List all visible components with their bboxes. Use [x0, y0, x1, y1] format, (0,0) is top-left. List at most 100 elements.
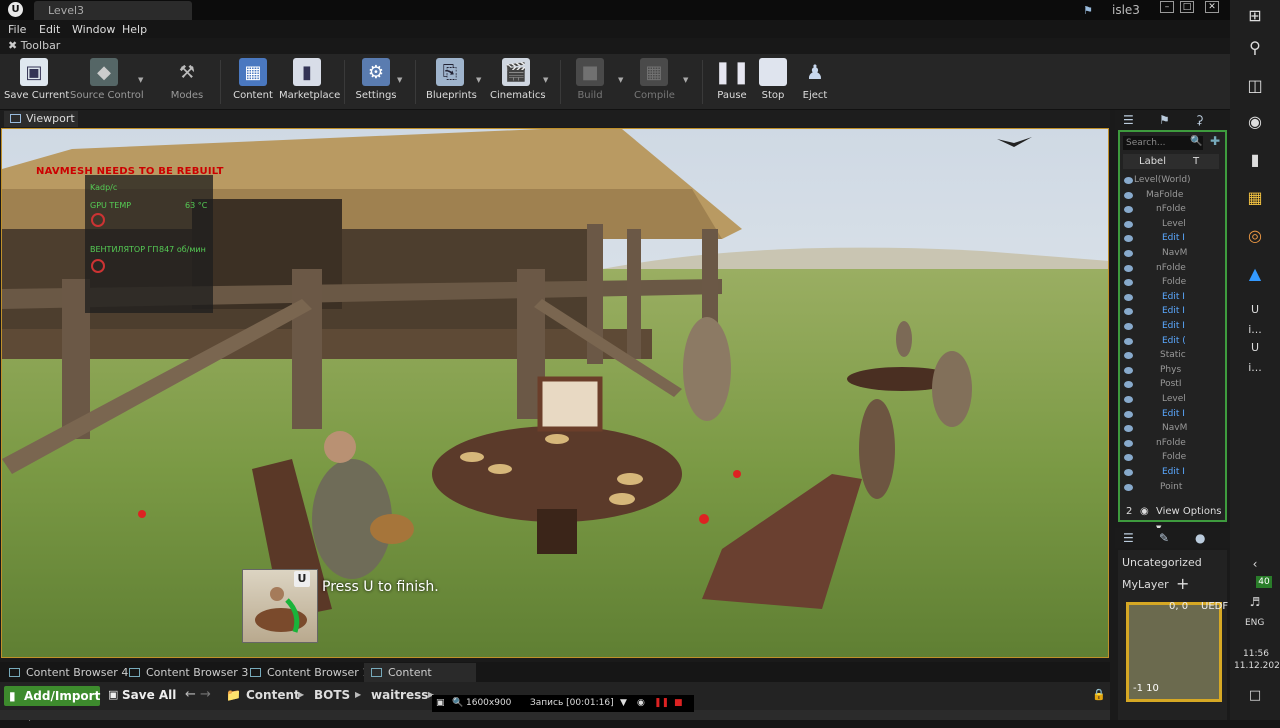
- breadcrumb-waitress[interactable]: waitress: [371, 688, 428, 702]
- outliner-row[interactable]: Point: [1120, 481, 1225, 495]
- recorder-window-icon[interactable]: ▣: [436, 695, 445, 712]
- chrome-icon[interactable]: ◎: [1245, 226, 1265, 246]
- folder-app-icon[interactable]: ▦: [1245, 188, 1265, 208]
- cinematics-caret-icon[interactable]: ▼: [543, 76, 548, 84]
- speaker-icon[interactable]: ♬: [1245, 592, 1265, 612]
- outliner-row[interactable]: Edit I: [1120, 291, 1225, 305]
- tab-content-browser-1[interactable]: Content Browser 1: [243, 663, 369, 682]
- document-app-icon[interactable]: ▮: [1245, 150, 1265, 170]
- blueprints-caret-icon[interactable]: ▼: [476, 76, 481, 84]
- chevron-left-icon[interactable]: ‹: [1245, 554, 1265, 574]
- visibility-eye-icon[interactable]: [1124, 191, 1133, 199]
- lock-icon[interactable]: 🔒: [1092, 688, 1106, 701]
- build-caret-icon[interactable]: ▼: [618, 76, 623, 84]
- breadcrumb-bots[interactable]: BOTS: [314, 688, 350, 702]
- settings-button[interactable]: ⚙ Settings: [355, 58, 397, 108]
- outliner-row[interactable]: NavM: [1120, 247, 1225, 261]
- breadcrumb-content[interactable]: Content: [246, 688, 300, 702]
- add-filter-icon[interactable]: ✚: [1210, 134, 1220, 148]
- list-icon[interactable]: ☰: [1123, 113, 1134, 127]
- windows-start-icon[interactable]: ⊞: [1245, 6, 1265, 26]
- layers-icon[interactable]: ☰: [1123, 531, 1134, 545]
- minimap[interactable]: 0, 0 UEDF -1 10: [1126, 601, 1228, 702]
- outliner-row[interactable]: Level: [1120, 218, 1225, 232]
- tab-content-browser-2[interactable]: Content Browser 2: [364, 663, 476, 698]
- sphere-icon[interactable]: ●: [1195, 531, 1205, 545]
- stop-button[interactable]: Stop: [758, 58, 788, 108]
- visibility-eye-icon[interactable]: [1124, 323, 1133, 330]
- visibility-eye-icon[interactable]: [1124, 206, 1133, 214]
- visibility-eye-icon[interactable]: [1124, 381, 1133, 389]
- brush-icon[interactable]: ✎: [1159, 531, 1169, 545]
- outliner-row[interactable]: PostI: [1120, 378, 1225, 392]
- outliner-row[interactable]: Folde: [1120, 451, 1225, 465]
- content-button[interactable]: ▦ Content: [233, 58, 273, 108]
- outliner-row[interactable]: Static: [1120, 349, 1225, 363]
- menu-file[interactable]: File: [8, 23, 26, 36]
- outliner-row[interactable]: Level(World): [1120, 174, 1225, 188]
- eject-button[interactable]: ♟ Eject: [800, 58, 830, 108]
- visibility-eye-icon[interactable]: [1124, 454, 1133, 462]
- outliner-row[interactable]: Folde: [1120, 276, 1225, 290]
- toolbar-tab[interactable]: ✖ Toolbar: [0, 38, 1230, 54]
- modes-button[interactable]: ⚒ Modes: [165, 58, 209, 108]
- tray-badge[interactable]: 40: [1256, 576, 1272, 588]
- tab-content-browser-3[interactable]: Content Browser 3: [122, 663, 248, 682]
- tray-language[interactable]: ENG: [1245, 618, 1264, 628]
- visibility-eye-icon[interactable]: [1124, 396, 1133, 403]
- outliner-row[interactable]: nFolde: [1120, 437, 1225, 451]
- outliner-row[interactable]: Edit (: [1120, 335, 1225, 349]
- visibility-eye-icon[interactable]: [1124, 250, 1133, 257]
- outliner-row[interactable]: Edit I: [1120, 305, 1225, 319]
- build-button[interactable]: ■ Build: [574, 58, 606, 108]
- visibility-eye-icon[interactable]: [1124, 352, 1133, 360]
- outliner-row[interactable]: Phys: [1120, 364, 1225, 378]
- add-import-button[interactable]: ▮ Add/Import ▼: [4, 686, 100, 722]
- forward-arrow-icon[interactable]: →: [200, 687, 211, 702]
- marketplace-button[interactable]: ▮ Marketplace: [279, 58, 340, 108]
- save-all-button[interactable]: ▣ Save All: [108, 688, 176, 702]
- visibility-eye-icon[interactable]: [1124, 469, 1133, 476]
- recorder-camera-icon[interactable]: ◉: [637, 695, 645, 712]
- tab-content-browser-4[interactable]: Content Browser 4: [2, 663, 128, 682]
- viewport-tab[interactable]: Viewport 1: [4, 111, 78, 140]
- visibility-eye-icon[interactable]: [1124, 235, 1133, 243]
- monitor-app-icon[interactable]: ◫: [1245, 76, 1265, 96]
- outliner-row[interactable]: Edit I: [1120, 466, 1225, 480]
- blueprints-button[interactable]: ⎘ Blueprints: [426, 58, 477, 108]
- outliner-row[interactable]: Edit I: [1120, 232, 1225, 246]
- visibility-eye-icon[interactable]: [1124, 439, 1133, 447]
- outliner-row[interactable]: nFolde: [1120, 262, 1225, 276]
- unreal-app-icon[interactable]: U i...: [1245, 300, 1265, 336]
- outliner-row[interactable]: Level: [1120, 393, 1225, 407]
- source-control-caret-icon[interactable]: ▼: [138, 76, 143, 84]
- level-viewport[interactable]: Kadp/c GPU TEMP 63 °C ВЕНТИЛЯТОР ГП 847 …: [1, 128, 1109, 658]
- outliner-row[interactable]: Edit I: [1120, 408, 1225, 422]
- outliner-row[interactable]: nFolde: [1120, 203, 1225, 217]
- store-app-icon[interactable]: ▲: [1245, 264, 1265, 284]
- menu-help[interactable]: Help: [122, 23, 147, 36]
- save-current-button[interactable]: ▣ Save Current: [4, 58, 69, 108]
- world-outliner-icon[interactable]: ⚑: [1159, 113, 1170, 127]
- search-icon[interactable]: 🔍: [1190, 136, 1202, 147]
- visibility-eye-icon[interactable]: [1124, 177, 1133, 184]
- visibility-eye-icon[interactable]: [1124, 410, 1133, 418]
- outliner-row[interactable]: NavM: [1120, 422, 1225, 436]
- close-button[interactable]: ✕: [1205, 1, 1219, 13]
- visibility-eye-icon[interactable]: [1124, 293, 1133, 301]
- unreal-app-icon[interactable]: U i...: [1245, 338, 1265, 374]
- visibility-eye-icon[interactable]: [1124, 308, 1133, 316]
- outliner-row[interactable]: Edit I: [1120, 320, 1225, 334]
- layer-uncategorized[interactable]: Uncategorized: [1122, 556, 1202, 569]
- pause-button[interactable]: ❚❚ Pause: [714, 58, 751, 108]
- outliner-row[interactable]: MaFolde: [1120, 189, 1225, 203]
- details-icon[interactable]: ⚳: [1195, 113, 1204, 127]
- minimize-button[interactable]: –: [1160, 1, 1174, 13]
- visibility-eye-icon[interactable]: [1124, 483, 1133, 491]
- label-column-header[interactable]: Label T: [1123, 154, 1219, 169]
- visibility-eye-icon[interactable]: [1124, 366, 1133, 374]
- visibility-eye-icon[interactable]: [1124, 337, 1133, 345]
- visibility-eye-icon[interactable]: [1124, 264, 1133, 272]
- menu-edit[interactable]: Edit: [39, 23, 60, 36]
- search-icon[interactable]: ⚲: [1245, 38, 1265, 58]
